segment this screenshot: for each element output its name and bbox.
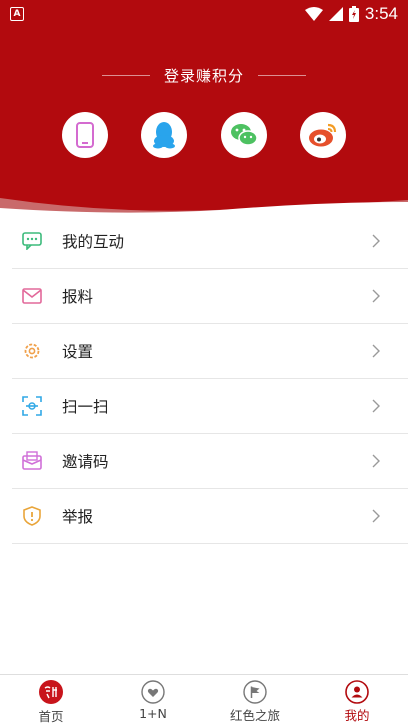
qq-login-button[interactable] <box>141 112 187 158</box>
divider-left <box>101 74 150 76</box>
divider-right <box>258 74 306 76</box>
tab-home[interactable]: 首页 <box>0 675 102 724</box>
flag-icon <box>242 679 268 704</box>
chevron-right-icon <box>372 234 380 248</box>
tab-1n[interactable]: 1+N <box>102 675 204 724</box>
menu-item-label: 扫一扫 <box>62 398 109 416</box>
wechat-login-button[interactable] <box>221 112 267 158</box>
logo-icon <box>38 679 64 705</box>
menu-item-my-interactions[interactable]: 我的互动 <box>12 214 408 269</box>
chevron-right-icon <box>372 289 380 303</box>
menu-item-invite-code[interactable]: 邀请码 <box>12 434 408 489</box>
menu-item-report[interactable]: 举报 <box>12 489 408 544</box>
tab-mine[interactable]: 我的 <box>306 675 408 724</box>
menu-item-settings[interactable]: 设置 <box>12 324 408 379</box>
profile-menu: 我的互动 报料 设置 扫一扫 邀请码 举报 <box>0 214 408 544</box>
scan-icon <box>22 396 42 416</box>
menu-item-scan[interactable]: 扫一扫 <box>12 379 408 434</box>
social-login-row <box>0 112 408 160</box>
heart-icon <box>140 679 166 705</box>
shield-alert-icon <box>22 506 42 526</box>
gear-icon <box>22 341 42 361</box>
person-icon <box>344 679 370 704</box>
login-prompt[interactable]: 登录赚积分 <box>0 64 408 86</box>
phone-icon <box>76 122 94 148</box>
menu-item-label: 设置 <box>62 343 94 361</box>
signal-icon <box>328 7 343 21</box>
envelope-icon <box>22 286 42 306</box>
qq-icon <box>153 122 175 149</box>
chevron-right-icon <box>372 399 380 413</box>
chevron-right-icon <box>372 344 380 358</box>
tab-label: 红色之旅 <box>229 708 280 723</box>
menu-item-label: 我的互动 <box>62 233 125 251</box>
battery-icon <box>348 6 359 22</box>
wifi-icon <box>304 7 323 21</box>
phone-login-button[interactable] <box>62 112 108 158</box>
weibo-icon <box>309 123 337 147</box>
header-wave <box>0 198 408 216</box>
tab-label: 首页 <box>38 709 64 724</box>
profile-header: A 3:54 登录赚积分 <box>0 0 408 216</box>
chat-bubble-icon <box>22 231 42 251</box>
status-bar: A 3:54 <box>0 0 408 28</box>
app-notification-icon: A <box>10 7 24 21</box>
wechat-icon <box>231 124 258 146</box>
chevron-right-icon <box>372 509 380 523</box>
menu-item-label: 举报 <box>62 508 94 526</box>
tab-label: 1+N <box>139 706 167 721</box>
bottom-tab-bar: 首页 1+N 红色之旅 我的 <box>0 674 408 724</box>
menu-item-label: 报料 <box>62 288 94 306</box>
weibo-login-button[interactable] <box>300 112 346 158</box>
status-time: 3:54 <box>364 4 398 23</box>
chevron-right-icon <box>372 454 380 468</box>
menu-item-label: 邀请码 <box>62 453 109 471</box>
invite-icon <box>22 451 42 471</box>
login-title[interactable]: 登录赚积分 <box>164 65 244 86</box>
tab-label: 我的 <box>344 708 370 723</box>
menu-item-report-tip[interactable]: 报料 <box>12 269 408 324</box>
tab-red-journey[interactable]: 红色之旅 <box>204 675 306 724</box>
